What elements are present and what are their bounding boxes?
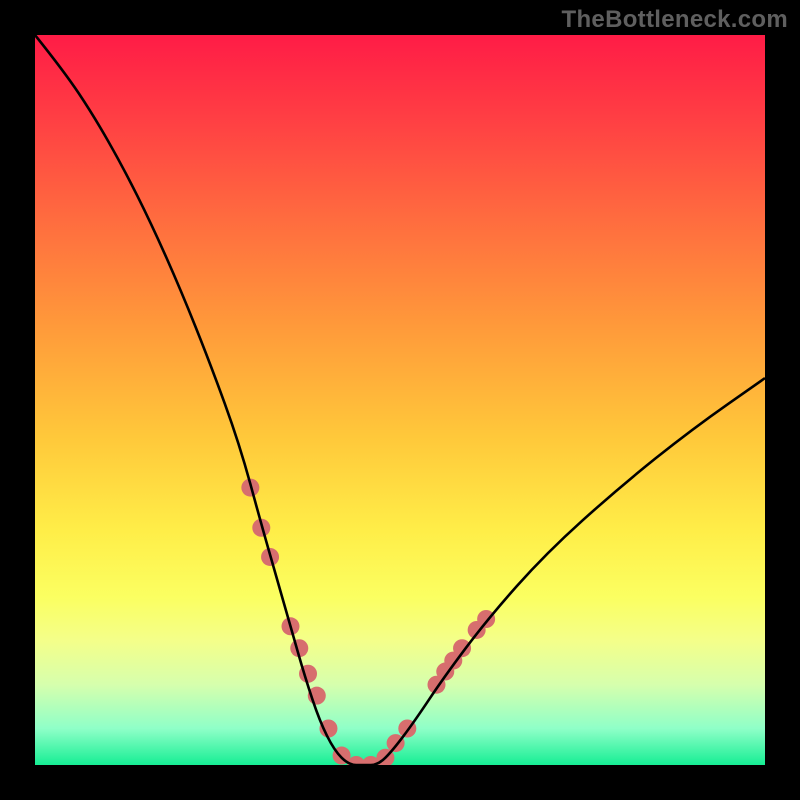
chart-svg [35,35,765,765]
watermark-text: TheBottleneck.com [562,6,788,34]
chart-frame: TheBottleneck.com [0,0,800,800]
plot-area [35,35,765,765]
dots-layer [241,479,495,765]
bottleneck-curve [35,35,765,765]
